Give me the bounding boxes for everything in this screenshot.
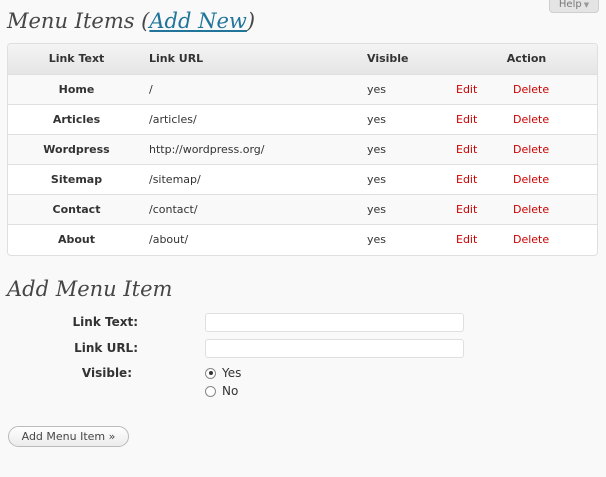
table-row: Articles /articles/ yes Edit Delete — [8, 104, 597, 134]
edit-link[interactable]: Edit — [456, 143, 477, 156]
row-link-url: /about/ — [149, 232, 189, 246]
link-url-label: Link URL: — [74, 341, 138, 355]
row-link-url: /sitemap/ — [149, 172, 201, 186]
delete-link[interactable]: Delete — [513, 173, 549, 186]
visible-label: Visible: — [81, 366, 132, 380]
row-link-text: Sitemap — [50, 172, 103, 186]
menu-items-table: Link Text Link URL Visible Action Home /… — [8, 44, 597, 254]
delete-link[interactable]: Delete — [513, 143, 549, 156]
visible-no-radio[interactable] — [205, 385, 216, 397]
link-url-input[interactable] — [205, 339, 464, 358]
add-menu-item-title: Add Menu Item — [7, 277, 173, 301]
row-link-url: http://wordpress.org/ — [149, 142, 265, 156]
delete-link[interactable]: Delete — [513, 83, 549, 96]
table-row: Contact /contact/ yes Edit Delete — [8, 194, 597, 224]
visible-no-option[interactable]: No — [205, 383, 238, 399]
delete-link[interactable]: Delete — [513, 233, 549, 246]
edit-link[interactable]: Edit — [456, 173, 477, 186]
add-new-link[interactable]: Add New — [149, 9, 247, 33]
table-row: Wordpress http://wordpress.org/ yes Edit… — [8, 134, 597, 164]
link-text-row: Link Text: — [0, 313, 606, 335]
add-menu-item-button[interactable]: Add Menu Item » — [8, 426, 129, 447]
help-label: Help — [558, 0, 582, 10]
edit-link[interactable]: Edit — [456, 233, 477, 246]
visible-yes-radio[interactable] — [205, 367, 216, 379]
chevron-down-icon: ▼ — [583, 1, 590, 9]
row-link-text: About — [57, 232, 96, 246]
row-visible: yes — [367, 172, 387, 186]
delete-link[interactable]: Delete — [513, 203, 549, 216]
delete-link[interactable]: Delete — [513, 113, 549, 126]
row-visible: yes — [367, 232, 387, 246]
table-header-row: Link Text Link URL Visible Action — [8, 44, 597, 74]
link-text-input[interactable] — [205, 313, 464, 332]
help-tab[interactable]: Help ▼ — [549, 0, 599, 13]
col-header-link-url: Link URL — [149, 52, 204, 66]
row-link-url: /contact/ — [149, 202, 198, 216]
table-row: Home / yes Edit Delete — [8, 74, 597, 104]
table-row: About /about/ yes Edit Delete — [8, 224, 597, 254]
edit-link[interactable]: Edit — [456, 203, 477, 216]
visible-row: Visible: — [0, 364, 606, 386]
row-link-text: Contact — [52, 202, 101, 216]
col-header-action: Action — [506, 52, 547, 66]
row-link-text: Articles — [52, 112, 101, 126]
edit-link[interactable]: Edit — [456, 113, 477, 126]
menu-items-table-container: Link Text Link URL Visible Action Home /… — [7, 43, 598, 256]
link-text-label: Link Text: — [72, 315, 138, 329]
row-visible: yes — [367, 142, 387, 156]
row-link-url: / — [149, 82, 153, 96]
edit-link[interactable]: Edit — [456, 83, 477, 96]
menu-items-title: Menu Items (Add New) — [7, 9, 256, 33]
visible-no-label: No — [222, 384, 239, 398]
link-url-row: Link URL: — [0, 339, 606, 361]
visible-yes-label: Yes — [222, 366, 242, 380]
row-link-text: Wordpress — [43, 142, 110, 156]
row-link-url: /articles/ — [149, 112, 197, 126]
row-visible: yes — [367, 82, 387, 96]
table-row: Sitemap /sitemap/ yes Edit Delete — [8, 164, 597, 194]
row-link-text: Home — [58, 82, 95, 96]
row-visible: yes — [367, 112, 387, 126]
col-header-link-text: Link Text — [48, 52, 105, 66]
col-header-visible: Visible — [367, 52, 409, 66]
visible-yes-option[interactable]: Yes — [205, 365, 241, 381]
row-visible: yes — [367, 202, 387, 216]
